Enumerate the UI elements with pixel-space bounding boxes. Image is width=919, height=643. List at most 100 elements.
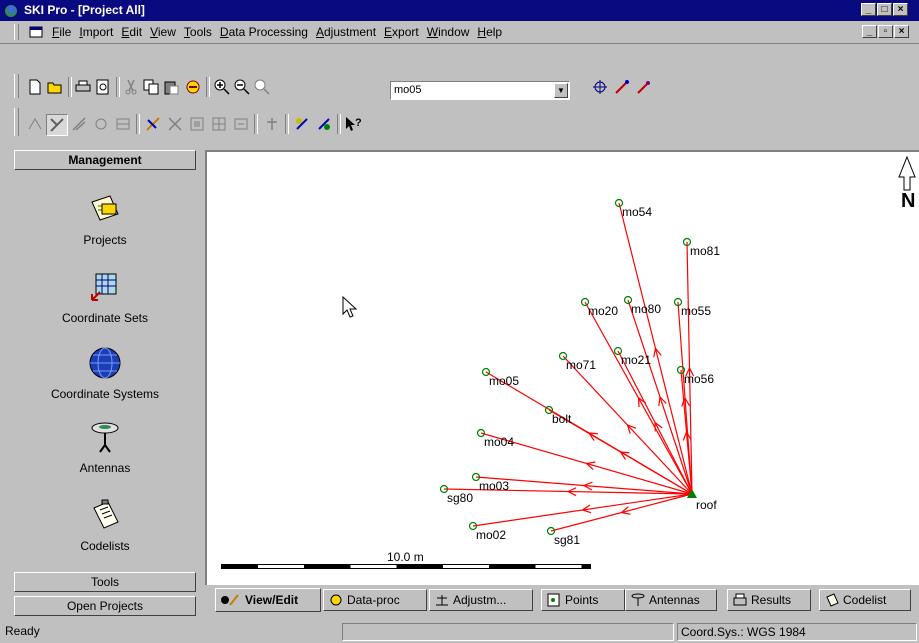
network-map[interactable]: mo54 mo81 mo20 mo80 mo55 mo71 mo21 mo56 mo05 bolt… (207, 152, 919, 585)
pick-icon (615, 80, 629, 94)
point-label-sg81: sg81 (554, 533, 580, 547)
menu-help[interactable]: Help (473, 25, 506, 39)
compute-2-icon (318, 118, 330, 130)
point-combo[interactable]: mo05 ▼ (390, 81, 570, 100)
sidebar-item-label: Codelists (80, 539, 130, 553)
tool-5-button[interactable] (113, 114, 133, 134)
tool-8-button[interactable] (187, 114, 207, 134)
open-projects-button[interactable]: Open Projects (14, 596, 196, 616)
status-middle-pane (342, 623, 674, 641)
toolbar2-grip[interactable] (14, 108, 19, 136)
map-view[interactable]: mo54 mo81 mo20 mo80 mo55 mo71 mo21 mo56 mo05 bolt… (205, 150, 919, 585)
menu-edit[interactable]: Edit (117, 25, 146, 39)
status-text: Ready (5, 624, 40, 638)
menu-window[interactable]: Window (423, 25, 474, 39)
print-preview-icon (96, 79, 109, 95)
sidebar-item-codelists[interactable]: Codelists (14, 498, 196, 553)
import-icon (186, 80, 200, 94)
tab-label: Results (751, 593, 792, 607)
copy-button[interactable] (141, 77, 161, 97)
coordinate-sets-icon (91, 273, 117, 301)
table-icon (116, 118, 130, 130)
menu-export[interactable]: Export (380, 25, 423, 39)
help-pointer-button[interactable]: ? (343, 114, 363, 134)
sidebar-item-coordinate-sets[interactable]: Coordinate Sets (14, 270, 196, 325)
cut-button[interactable] (121, 77, 141, 97)
open-button[interactable] (45, 77, 65, 97)
menu-import[interactable]: Import (75, 25, 117, 39)
point-label-mo80: mo80 (631, 302, 661, 316)
menu-adjustment[interactable]: Adjustment (312, 25, 380, 39)
tool-6-button[interactable] (143, 114, 163, 134)
new-button[interactable] (25, 77, 45, 97)
chevron-down-icon[interactable]: ▼ (554, 83, 568, 98)
zoom-out-icon (234, 79, 250, 95)
maximize-button[interactable]: □ (877, 3, 892, 16)
scissors-icon (125, 79, 137, 95)
tab-codelist[interactable]: Codelist (819, 589, 911, 611)
menu-tools[interactable]: Tools (180, 25, 216, 39)
tab-antennas[interactable]: Antennas (625, 589, 717, 611)
point-label-mo56: mo56 (684, 372, 714, 386)
help-pointer-icon: ? (346, 117, 362, 131)
doc-minimize-button[interactable]: _ (862, 25, 877, 38)
toolbar-grip[interactable] (14, 74, 19, 98)
zoom-in-icon (214, 79, 230, 95)
antenna-tab-icon (631, 593, 645, 606)
import-button[interactable] (183, 77, 203, 97)
point-label-sg80: sg80 (447, 491, 473, 505)
zoom-all-button[interactable] (252, 77, 272, 97)
svg-text:?: ? (355, 117, 362, 129)
paste-button[interactable] (161, 77, 181, 97)
menu-data-processing[interactable]: Data Processing (216, 25, 312, 39)
tool-9-button[interactable] (209, 114, 229, 134)
tool-3-button[interactable] (69, 114, 89, 134)
locate-point-button[interactable] (590, 77, 610, 97)
tab-view-edit[interactable]: View/Edit (215, 588, 321, 612)
sidebar-item-antennas[interactable]: Antennas (14, 420, 196, 475)
print-preview-button[interactable] (93, 77, 113, 97)
point-label-mo71: mo71 (566, 358, 596, 372)
tab-points[interactable]: Points (541, 589, 625, 611)
tool-11-button[interactable] (262, 114, 282, 134)
tab-results[interactable]: Results (727, 589, 811, 611)
point-label-mo81: mo81 (690, 244, 720, 258)
tab-label: Points (565, 593, 599, 607)
zoom-in-button[interactable] (212, 77, 232, 97)
menu-view[interactable]: View (146, 25, 180, 39)
tool-7-button[interactable] (165, 114, 185, 134)
menu-file[interactable]: File (48, 25, 75, 39)
tab-data-proc[interactable]: Data-proc (323, 589, 427, 611)
globe-icon (89, 347, 121, 379)
doc-close-button[interactable]: × (894, 25, 909, 38)
doc-restore-button[interactable]: ▫ (878, 25, 893, 38)
document-window-icon[interactable] (29, 25, 43, 39)
scale-bar-segment (443, 565, 489, 568)
minimize-button[interactable]: _ (861, 3, 876, 16)
zoom-out-button[interactable] (232, 77, 252, 97)
sidebar-item-label: Coordinate Systems (50, 387, 160, 401)
management-header[interactable]: Management (14, 150, 196, 170)
tool-4-button[interactable] (91, 114, 111, 134)
tool-13-button[interactable] (314, 114, 334, 134)
tool-12-button[interactable] (292, 114, 312, 134)
compute-icon (296, 118, 308, 130)
select-multi-button[interactable] (634, 77, 654, 97)
tab-adjustment[interactable]: Adjustm... (429, 589, 533, 611)
tool-2-button[interactable] (46, 114, 68, 136)
menu-grip[interactable] (14, 24, 19, 40)
tools-section-button[interactable]: Tools (14, 572, 196, 592)
sidebar-item-coordinate-systems[interactable]: Coordinate Systems (14, 346, 196, 401)
north-label: N (901, 190, 915, 212)
tool-1-button[interactable] (25, 114, 45, 134)
point-label-mo02: mo02 (476, 528, 506, 542)
point-label-mo20: mo20 (588, 304, 618, 318)
paste-icon (164, 81, 179, 95)
sidebar-item-projects[interactable]: Projects (14, 192, 196, 247)
print-button[interactable] (73, 77, 93, 97)
close-button[interactable]: × (893, 3, 908, 16)
view-tabs: View/Edit Data-proc Adjustm... Points An… (205, 588, 919, 614)
tool-10-button[interactable] (231, 114, 251, 134)
select-button[interactable] (612, 77, 632, 97)
point-label-bolt: bolt (552, 412, 572, 426)
